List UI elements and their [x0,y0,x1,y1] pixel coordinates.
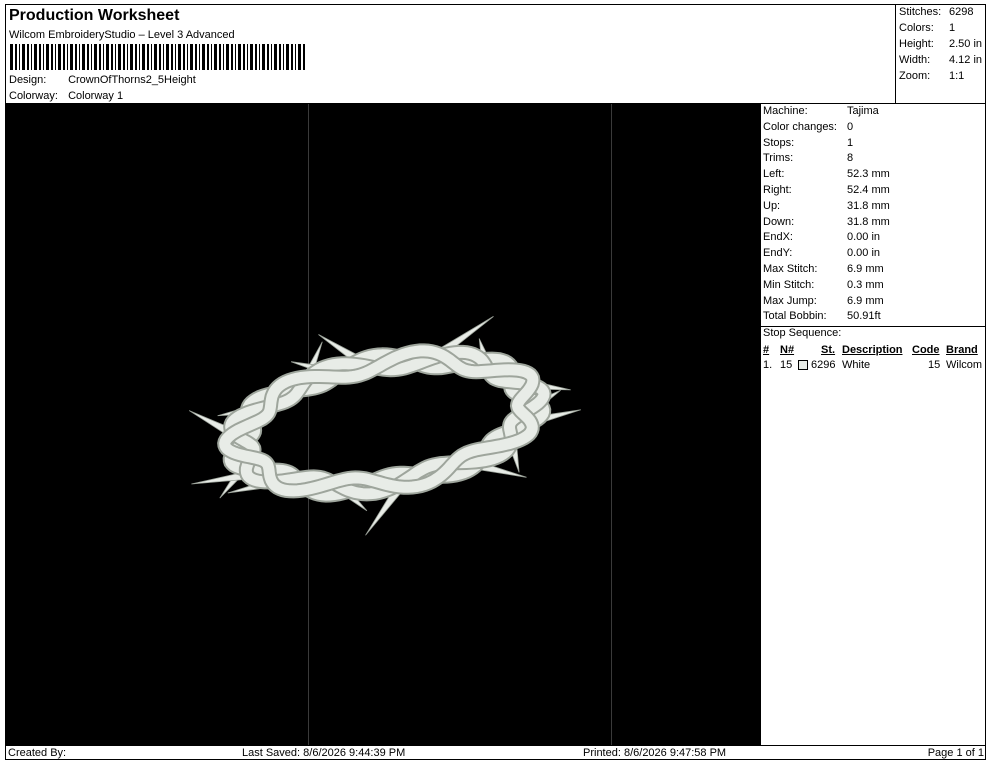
stitches-row: Stitches: 6298 [899,6,973,18]
info-label: Up: [763,199,781,212]
info-label: Stops: [763,136,795,149]
row-code: 15 [928,359,941,371]
info-value: 52.3 mm [847,168,890,181]
colorway-row: Colorway: Colorway 1 [9,90,123,102]
zoom-value: 1:1 [949,70,965,82]
crown-of-thorns-embroidery [188,316,581,536]
info-value: 8 [847,152,854,165]
col-number: # [763,344,770,356]
software-name: Wilcom EmbroideryStudio – Level 3 Advanc… [9,29,235,41]
info-row: EndY: 0.00 in [763,247,880,262]
info-row: Machine: Tajima [763,105,879,120]
height-value: 2.50 in [949,38,983,50]
info-row: EndX: 0.00 in [763,231,880,246]
summary-box: Stitches: 6298 Colors: 1 Height: 2.50 in Wi… [895,5,986,104]
info-label: Max Stitch: [763,263,818,275]
stitches-label: Stitches: [899,6,942,18]
width-label: Width: [899,54,931,66]
info-row: Max Stitch: 6.9 mm [763,263,884,278]
worksheet-header: Production Worksheet Wilcom EmbroiderySt… [6,5,896,104]
info-value: 0.3 mm [847,278,884,291]
worksheet-footer: Created By: Last Saved: 8/6/2026 9:44:39… [6,745,986,760]
last-saved: Last Saved: 8/6/2026 9:44:39 PM [242,747,406,759]
zoom-row: Zoom: 1:1 [899,70,964,82]
info-label: Machine: [763,105,808,117]
info-row: Total Bobbin: 50.91ft [763,310,881,325]
col-code: Code [912,344,940,356]
height-label: Height: [899,38,934,50]
design-preview [6,104,760,745]
info-label: Right: [763,184,792,196]
stop-sequence-row: 1. 15 6296 White 15 Wilcom [763,359,985,373]
info-value: 52.4 mm [847,184,890,196]
info-row: Down: 31.8 mm [763,216,890,231]
width-value: 4.12 in [949,54,983,66]
production-worksheet: Production Worksheet Wilcom EmbroiderySt… [5,4,986,760]
info-value: 6.9 mm [847,294,884,307]
col-brand: Brand [946,344,978,356]
row-brand: Wilcom [946,359,983,371]
info-label: Total Bobbin: [763,310,827,323]
info-value: 0.00 in [847,247,881,260]
col-stitches: St. [821,344,836,356]
info-label: Trims: [763,152,794,165]
info-value: 1 [847,136,854,149]
info-label: Down: [763,215,795,228]
info-row: Right: 52.4 mm [763,184,890,199]
info-label: EndY: [763,247,793,260]
info-value: Tajima [847,105,879,117]
barcode-image [10,44,305,70]
page-number: Page 1 of 1 [927,747,984,759]
colors-row: Colors: 1 [899,22,955,34]
printed-date: Printed: 8/6/2026 9:47:58 PM [583,747,727,759]
colorway-label: Colorway: [9,90,58,102]
colors-label: Colors: [899,22,934,34]
design-name: CrownOfThorns2_5Height [68,74,196,86]
design-label: Design: [9,74,47,86]
info-label: Left: [763,168,785,181]
row-number: 1. [763,359,773,371]
width-row: Width: 4.12 in [899,54,982,66]
colorway-name: Colorway 1 [68,90,124,102]
height-row: Height: 2.50 in [899,38,982,50]
stop-sequence-header: # N# St. Description Code Brand [763,344,985,358]
info-label: Color changes: [763,120,837,133]
info-row: Trims: 8 [763,152,853,167]
info-value: 0.00 in [847,231,881,244]
machine-info-panel: Machine: Tajima Color changes: 0 Stops: 1 Trim… [760,104,986,745]
row-needle: 15 [780,359,793,371]
info-row: Left: 52.3 mm [763,168,890,183]
row-description: White [842,359,871,371]
design-row: Design: CrownOfThorns2_5Height [9,74,196,86]
info-label: EndX: [763,231,793,244]
info-row: Color changes: 0 [763,121,853,136]
info-value: 31.8 mm [847,199,890,212]
page-title: Production Worksheet [9,7,180,24]
info-row: Stops: 1 [763,137,853,152]
info-value: 50.91ft [847,310,881,323]
info-label: Max Jump: [763,294,817,307]
info-value: 6.9 mm [847,263,884,275]
row-stitches: 6296 [811,359,836,371]
info-row: Max Jump: 6.9 mm [763,295,884,310]
info-value: 0 [847,120,854,133]
stitches-value: 6298 [949,6,974,18]
colors-value: 1 [949,22,956,34]
zoom-label: Zoom: [899,70,931,82]
info-row: Min Stitch: 0.3 mm [763,279,884,294]
info-label: Min Stitch: [763,278,815,291]
info-row: Up: 31.8 mm [763,200,890,215]
col-needle: N# [780,344,795,356]
color-swatch [798,360,808,373]
col-description: Description [842,344,903,356]
stop-sequence-title: Stop Sequence: [763,327,842,339]
created-by: Created By: [8,747,67,759]
info-value: 31.8 mm [847,215,890,228]
